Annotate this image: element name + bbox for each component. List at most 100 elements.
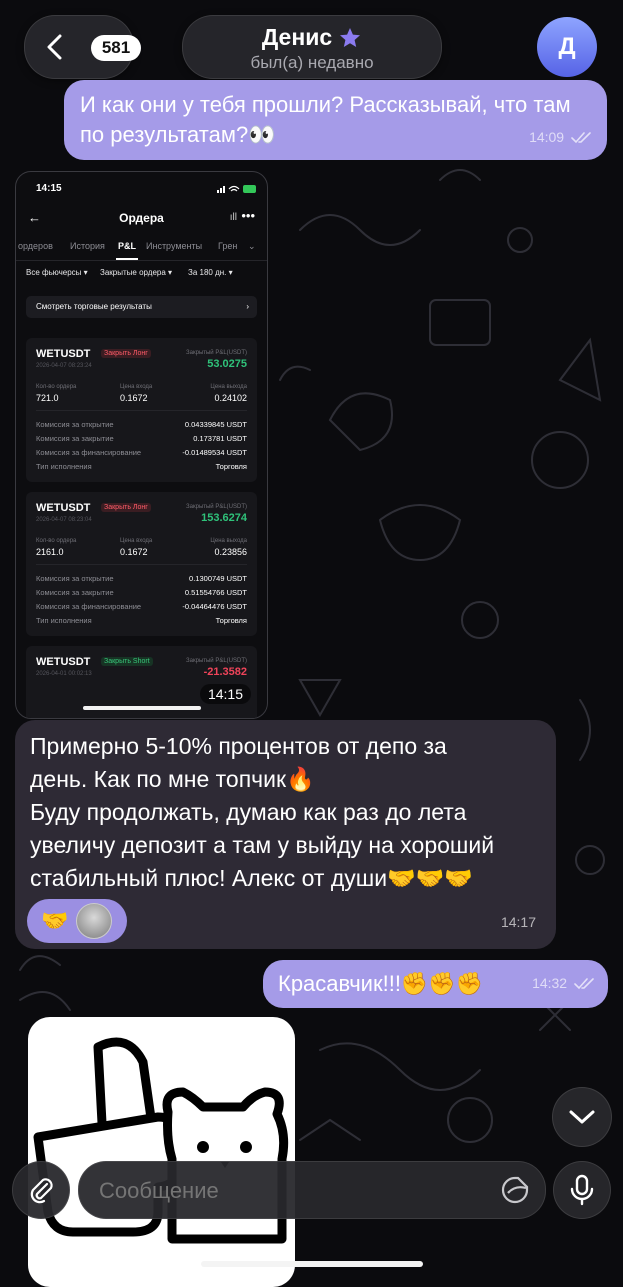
fee-label: Комиссия за финансирование xyxy=(36,602,142,611)
message-text: И как они у тебя прошли? Рассказывай, чт… xyxy=(80,92,571,147)
screenshot-tab: История xyxy=(70,241,105,251)
order-tag: Закрыть Лонг xyxy=(101,503,151,512)
message-line: день. Как по мне топчик🔥 xyxy=(30,766,315,792)
microphone-icon xyxy=(570,1174,594,1206)
fee-value: 0.51554766 USDT xyxy=(184,588,247,597)
exit-label: Цена выхода xyxy=(210,384,247,390)
qty-value: 721.0 xyxy=(36,393,59,403)
sticker-message[interactable] xyxy=(28,1017,295,1287)
attach-button[interactable] xyxy=(12,1161,70,1219)
exec-type-value: Торговля xyxy=(215,462,247,471)
outgoing-message[interactable]: Красавчик!!!✊✊✊ 14:32 xyxy=(263,960,608,1008)
message-line: увеличу депозит а там у выйду на хороший xyxy=(30,832,495,858)
screenshot-clock: 14:15 xyxy=(36,183,62,194)
fee-value: -0.01489534 USDT xyxy=(182,448,247,457)
order-symbol: WETUSDT xyxy=(36,502,91,514)
reactor-avatar xyxy=(76,903,113,939)
screenshot-tabs-chevron: ⌄ xyxy=(248,241,256,251)
fee-value: 0.173781 USDT xyxy=(193,434,247,443)
pnl-value: 153.6274 xyxy=(201,512,247,524)
screenshot-tab: Грен xyxy=(218,241,238,251)
exec-type-label: Тип исполнения xyxy=(36,462,92,471)
screenshot-more-icon: ••• xyxy=(241,208,255,223)
reaction-emoji: 🤝 xyxy=(41,908,69,933)
message-time: 14:15 xyxy=(199,684,251,704)
message-time: 14:09 xyxy=(529,122,593,152)
screenshot-filter: За 180 дн. ▾ xyxy=(188,268,233,277)
contact-avatar[interactable]: Д xyxy=(537,17,597,77)
order-card: WETUSDT Закрыть Лонг 2026-04-07 08:23:04… xyxy=(26,492,257,636)
order-card: WETUSDT Закрыть Лонг 2026-04-07 08:23:24… xyxy=(26,338,257,482)
order-date: 2026-04-07 08:23:04 xyxy=(36,517,92,523)
message-input-container xyxy=(78,1161,546,1219)
screenshot-home-indicator xyxy=(83,706,201,710)
screenshot-tabs: ордеров История P&L Инструменты Грен ⌄ xyxy=(16,239,267,259)
chat-title-button[interactable]: Денис был(а) недавно xyxy=(182,15,442,79)
exit-label: Цена выхода xyxy=(210,538,247,544)
read-checkmarks-icon xyxy=(571,132,591,144)
thumbs-up-cat-sticker xyxy=(33,1037,289,1244)
exit-value: 0.24102 xyxy=(214,393,247,403)
message-input[interactable] xyxy=(97,1177,481,1205)
voice-record-button[interactable] xyxy=(553,1161,611,1219)
exec-type-value: Торговля xyxy=(215,616,247,625)
screenshot-filter: Все фьючерсы ▾ xyxy=(26,268,88,277)
fee-label: Комиссия за закрытие xyxy=(36,434,114,443)
unread-count-badge: 581 xyxy=(91,35,141,61)
screenshot-tab-active: P&L xyxy=(118,241,136,251)
message-time: 14:32 xyxy=(532,966,596,1000)
message-line: Примерно 5-10% процентов от депо за xyxy=(30,733,447,759)
scroll-to-bottom-button[interactable] xyxy=(552,1087,612,1147)
screenshot-tab: ордеров xyxy=(18,241,53,251)
fee-label: Комиссия за финансирование xyxy=(36,448,142,457)
entry-value: 0.1672 xyxy=(120,393,148,403)
message-line: стабильный плюс! Алекс от души🤝🤝🤝 xyxy=(30,865,473,891)
fee-label: Комиссия за открытие xyxy=(36,574,114,583)
fee-value: -0.04464476 USDT xyxy=(182,602,247,611)
fee-label: Комиссия за открытие xyxy=(36,420,114,429)
fee-value: 0.04339845 USDT xyxy=(184,420,247,429)
sticker-icon[interactable] xyxy=(501,1176,529,1204)
qty-label: Кол-во ордера xyxy=(36,538,77,544)
pnl-label: Закрытый P&L(USDT) xyxy=(186,658,247,664)
chevron-down-icon xyxy=(569,1110,595,1124)
contact-name: Денис xyxy=(261,24,333,50)
exec-type-label: Тип исполнения xyxy=(36,616,92,625)
outgoing-message[interactable]: И как они у тебя прошли? Рассказывай, чт… xyxy=(64,80,607,160)
entry-value: 0.1672 xyxy=(120,547,148,557)
back-button[interactable]: 581 xyxy=(24,15,141,79)
chevron-left-icon xyxy=(47,34,62,60)
screenshot-tab: Инструменты xyxy=(146,241,203,251)
read-checkmarks-icon xyxy=(574,978,594,990)
exit-value: 0.23856 xyxy=(214,547,247,557)
order-date: 2026-04-01 00:02:13 xyxy=(36,671,92,677)
pnl-label: Закрытый P&L(USDT) xyxy=(186,350,247,356)
fee-value: 0.1300749 USDT xyxy=(189,574,247,583)
fee-label: Комиссия за закрытие xyxy=(36,588,114,597)
last-seen-status: был(а) недавно xyxy=(250,53,374,72)
message-text: Красавчик!!!✊✊✊ xyxy=(278,971,484,996)
screenshot-filter: Закрытые ордера ▾ xyxy=(100,268,173,277)
order-symbol: WETUSDT xyxy=(36,656,91,668)
home-indicator xyxy=(201,1261,423,1267)
message-line: Буду продолжать, думаю как раз до лета xyxy=(30,799,467,825)
order-tag: Закрыть Short xyxy=(101,657,153,666)
entry-label: Цена входа xyxy=(120,384,153,390)
order-date: 2026-04-07 08:23:24 xyxy=(36,363,92,369)
status-bar-icons xyxy=(217,185,256,193)
screenshot-divider xyxy=(16,260,267,261)
paperclip-icon xyxy=(30,1178,53,1204)
pnl-value: -21.3582 xyxy=(203,666,247,678)
qty-value: 2161.0 xyxy=(36,547,64,557)
premium-star-icon xyxy=(340,27,361,47)
photo-message[interactable]: 14:15 ← Ордера ıll ••• ордеров История P… xyxy=(15,171,268,719)
pnl-value: 53.0275 xyxy=(207,358,247,370)
qty-label: Кол-во ордера xyxy=(36,384,77,390)
order-symbol: WETUSDT xyxy=(36,348,91,360)
message-time: 14:17 xyxy=(500,914,536,930)
screenshot-results-link: Смотреть торговые результаты › xyxy=(26,296,257,318)
entry-label: Цена входа xyxy=(120,538,153,544)
screenshot-chart-icon: ıll xyxy=(229,212,237,223)
order-tag: Закрыть Лонг xyxy=(101,349,151,358)
message-reaction[interactable]: 🤝 xyxy=(27,899,127,943)
